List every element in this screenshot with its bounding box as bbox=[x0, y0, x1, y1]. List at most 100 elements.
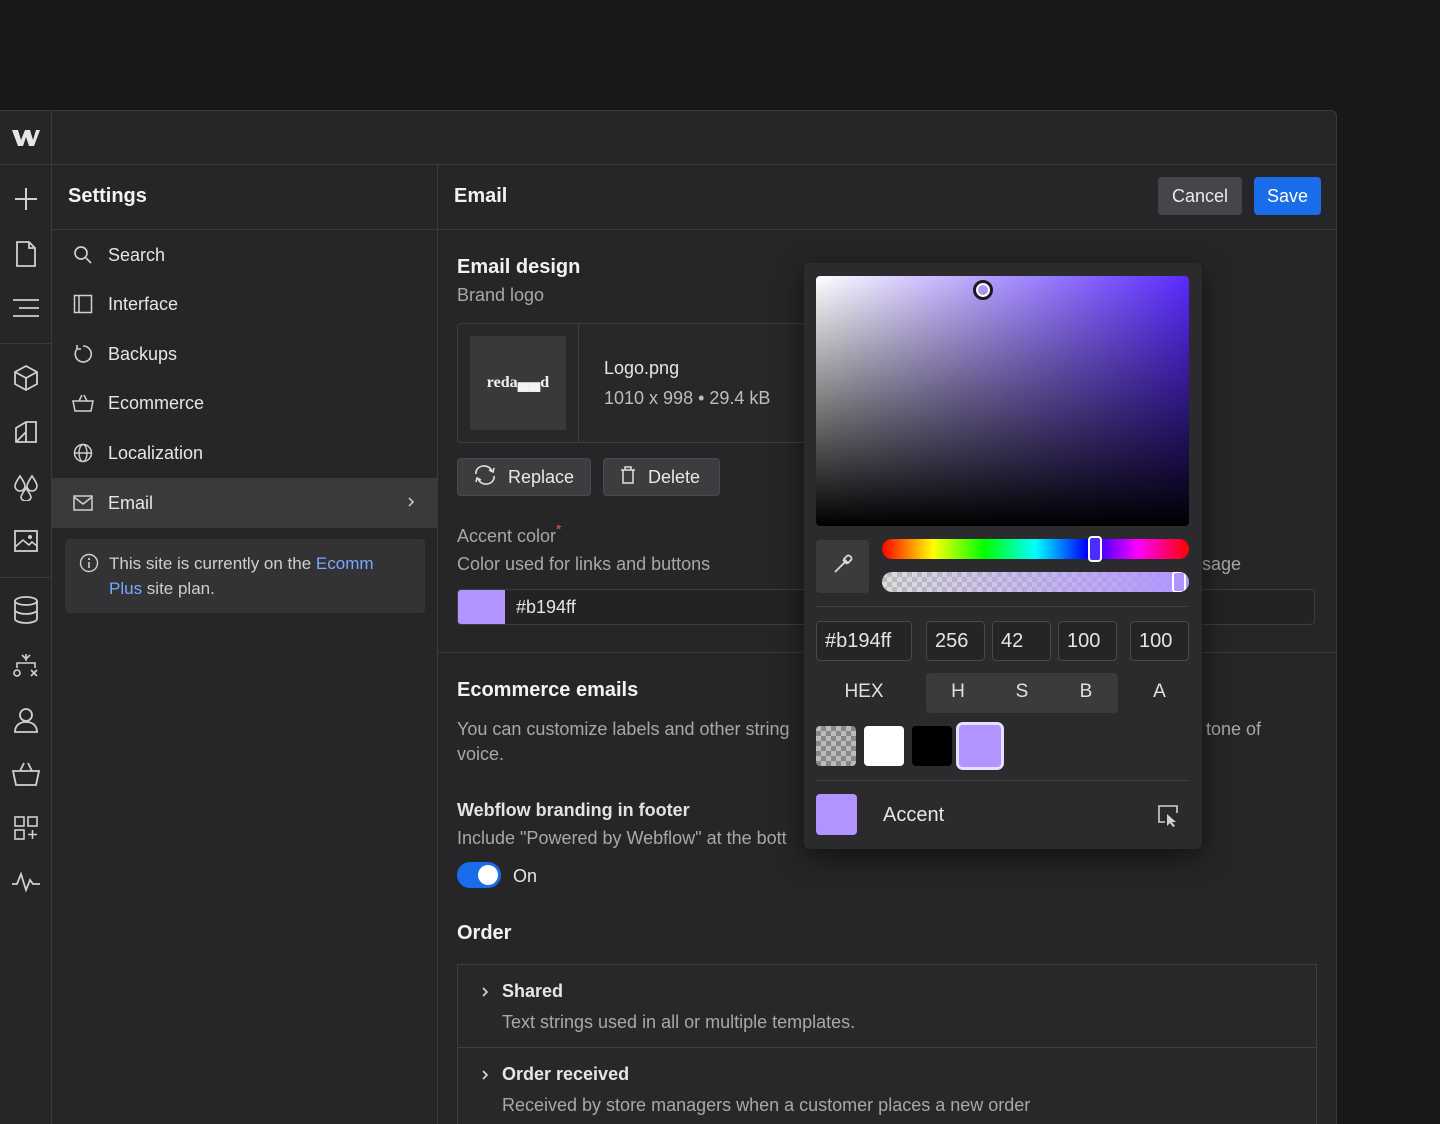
alpha-handle[interactable] bbox=[1172, 572, 1186, 592]
accent-swatch[interactable] bbox=[458, 590, 505, 624]
delete-label: Delete bbox=[648, 466, 701, 487]
plan-note: This site is currently on the Ecomm Plus… bbox=[65, 539, 425, 613]
variables-icon[interactable] bbox=[11, 472, 41, 502]
sidebar-item-email[interactable]: Email bbox=[52, 478, 438, 528]
swatch-transparent[interactable] bbox=[816, 726, 856, 766]
branding-toggle[interactable] bbox=[457, 862, 501, 888]
chevron-right-icon bbox=[480, 1068, 490, 1087]
users-icon[interactable] bbox=[11, 705, 41, 735]
detach-icon[interactable] bbox=[1156, 803, 1180, 832]
replace-button[interactable]: Replace bbox=[457, 458, 591, 496]
variable-name: Accent bbox=[883, 804, 945, 826]
email-design-heading: Email design bbox=[457, 256, 581, 278]
webflow-logo[interactable] bbox=[0, 111, 52, 165]
accordion-item-shared[interactable]: Shared Text strings used in all or multi… bbox=[458, 965, 1316, 1047]
trash-icon bbox=[618, 465, 638, 490]
swatch-black[interactable] bbox=[912, 726, 952, 766]
swatch-accent[interactable] bbox=[956, 722, 1004, 770]
mode-h[interactable]: H bbox=[926, 672, 990, 712]
mode-s[interactable]: S bbox=[990, 672, 1054, 712]
plan-note-suffix: site plan. bbox=[142, 579, 215, 598]
cms-icon[interactable] bbox=[11, 595, 41, 625]
variable-swatch bbox=[816, 794, 857, 835]
hue-slider[interactable] bbox=[882, 536, 1189, 562]
settings-sidebar: Settings Search Interface Backups Ecomme… bbox=[52, 165, 438, 1124]
sidebar-item-search[interactable]: Search bbox=[52, 230, 438, 280]
delete-button[interactable]: Delete bbox=[603, 458, 720, 496]
file-meta: 1010 x 998 • 29.4 kB bbox=[604, 388, 771, 408]
partial-hidden-text: sage bbox=[1202, 554, 1242, 574]
order-accordion: Shared Text strings used in all or multi… bbox=[457, 964, 1317, 1124]
ecommerce-emails-desc: You can customize labels and other strin… bbox=[457, 719, 790, 739]
hex-input[interactable] bbox=[816, 621, 912, 661]
sidebar-item-localization[interactable]: Localization bbox=[52, 428, 438, 478]
hue-handle[interactable] bbox=[1088, 536, 1102, 562]
sidebar-item-backups[interactable]: Backups bbox=[52, 329, 438, 379]
brightness-input[interactable] bbox=[1058, 621, 1117, 661]
navigator-icon[interactable] bbox=[11, 293, 41, 323]
hue-input[interactable] bbox=[926, 621, 985, 661]
sidebar-item-ecommerce[interactable]: Ecommerce bbox=[52, 378, 438, 428]
chevron-right-icon bbox=[480, 985, 490, 1004]
globe-icon bbox=[72, 442, 94, 464]
search-icon bbox=[72, 244, 94, 266]
logo-card: reda▄▄d Logo.png 1010 x 998 • 29.4 kB bbox=[457, 323, 817, 443]
ecommerce-emails-desc-2: voice. bbox=[457, 744, 505, 764]
accordion-desc: Text strings used in all or multiple tem… bbox=[502, 1012, 856, 1032]
panel-header: Email Cancel Save bbox=[438, 165, 1336, 230]
logic-icon[interactable] bbox=[11, 650, 41, 680]
accent-color-value: #b194ff bbox=[516, 597, 576, 617]
audit-icon[interactable] bbox=[11, 867, 41, 897]
eyedropper-button[interactable] bbox=[816, 540, 869, 593]
save-button[interactable]: Save bbox=[1254, 177, 1321, 215]
chevron-right-icon bbox=[406, 493, 416, 514]
sidebar-item-label: Localization bbox=[108, 442, 204, 463]
assets-icon[interactable] bbox=[11, 526, 41, 556]
eyedropper-icon bbox=[832, 553, 854, 580]
branding-label: Webflow branding in footer bbox=[457, 800, 690, 820]
plan-note-text: This site is currently on the bbox=[109, 554, 316, 573]
accordion-title: Order received bbox=[502, 1064, 630, 1084]
sidebar-item-interface[interactable]: Interface bbox=[52, 279, 438, 329]
info-icon bbox=[79, 553, 99, 580]
sidebar-item-label: Backups bbox=[108, 343, 178, 364]
saturation-input[interactable] bbox=[992, 621, 1051, 661]
accordion-title: Shared bbox=[502, 981, 564, 1001]
page-title: Email bbox=[454, 185, 508, 207]
style-icon[interactable] bbox=[11, 417, 41, 447]
color-picker-popover: HEX H S B A Accent bbox=[804, 263, 1202, 849]
order-heading: Order bbox=[457, 922, 512, 944]
accent-color-label: Accent color* bbox=[457, 521, 562, 547]
replace-label: Replace bbox=[508, 466, 575, 487]
sidebar-item-label: Interface bbox=[108, 293, 179, 314]
toggle-knob bbox=[478, 865, 498, 885]
sidebar-item-label: Email bbox=[108, 492, 154, 513]
mode-a[interactable]: A bbox=[1130, 672, 1189, 712]
mail-icon bbox=[72, 492, 94, 514]
accent-color-label-text: Accent color bbox=[457, 526, 557, 546]
panel-icon bbox=[72, 293, 94, 315]
ecommerce-icon[interactable] bbox=[11, 759, 41, 789]
swatch-white[interactable] bbox=[864, 726, 904, 766]
mode-hex[interactable]: HEX bbox=[816, 672, 912, 712]
mode-b[interactable]: B bbox=[1054, 672, 1118, 712]
logo-thumbnail: reda▄▄d bbox=[470, 336, 566, 430]
add-icon[interactable] bbox=[11, 184, 41, 214]
page-icon[interactable] bbox=[11, 239, 41, 269]
ecommerce-emails-heading: Ecommerce emails bbox=[457, 679, 639, 701]
accordion-item-order-received[interactable]: Order received Received by store manager… bbox=[458, 1047, 1316, 1124]
toggle-label: On bbox=[513, 866, 538, 886]
alpha-input[interactable] bbox=[1130, 621, 1189, 661]
saturation-brightness-area[interactable] bbox=[816, 276, 1189, 526]
apps-icon[interactable] bbox=[11, 813, 41, 843]
alpha-slider[interactable] bbox=[882, 572, 1189, 592]
accent-color-desc: Color used for links and buttons bbox=[457, 554, 711, 574]
replace-icon bbox=[472, 464, 498, 490]
basket-icon bbox=[72, 392, 94, 414]
left-rail bbox=[0, 111, 52, 1124]
components-icon[interactable] bbox=[11, 363, 41, 393]
top-bar bbox=[52, 111, 1336, 165]
required-marker: * bbox=[556, 521, 562, 537]
sv-handle[interactable] bbox=[973, 280, 993, 300]
cancel-button[interactable]: Cancel bbox=[1158, 177, 1242, 215]
